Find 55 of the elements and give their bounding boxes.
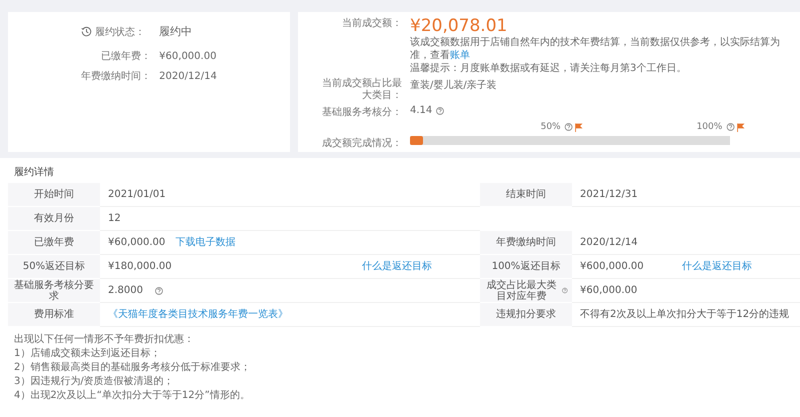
help-icon: [564, 123, 573, 131]
marker-label: 50%: [540, 122, 561, 132]
field-label: 成交额完成情况：: [321, 136, 402, 150]
tip-text: 温馨提示：月度账单数据或有延迟，请关注每月第3个工作日。: [410, 62, 688, 75]
row-label: 成交占比最大类目对应年费: [486, 280, 558, 302]
field-label: 年费缴纳时间：: [81, 70, 152, 83]
field-label: 基础服务考核分：: [321, 106, 402, 119]
row-label: 50%返还目标: [8, 255, 100, 279]
note-line: 4）出现2次及以上“单次扣分大于等于12分”情形的。: [14, 389, 251, 403]
row-link[interactable]: 什么是返还目标: [362, 260, 432, 272]
note-line: 2）销售额最高类目的基础服务考核分低于标准要求；: [14, 361, 252, 375]
marker-label: 100%: [696, 122, 722, 132]
note-line: 出现以下任何一情形不予年费折扣优惠：: [14, 333, 195, 347]
row-value: ¥180,000.00: [108, 260, 172, 272]
fee-table-link[interactable]: 《天猫年度各类目技术服务年费一览表》: [108, 308, 288, 320]
row-value: ¥60,000.00: [108, 236, 166, 248]
note-text: 该成交额数据用于店铺自然年内的技术年费结算，当前数据仅供参考，以实际结算为准，查看账单: [410, 36, 781, 62]
note-line: 1）店铺成交额未达到返还目标；: [14, 347, 162, 361]
row-label: 费用标准: [8, 303, 100, 327]
field-value: 童装/婴儿装/亲子装: [410, 78, 498, 92]
row-label: 开始时间: [8, 183, 100, 207]
row-value: ¥60,000.00: [580, 284, 638, 296]
score-value: 4.14: [410, 105, 432, 116]
row-label: 已缴年费: [8, 231, 100, 255]
field-value: 2020/12/14: [159, 70, 217, 82]
section-title: 履约详情: [13, 166, 55, 180]
row-label: 年费缴纳时间: [480, 231, 572, 255]
field-value: ¥60,000.00: [159, 50, 217, 62]
flag-icon: [736, 122, 744, 132]
row-value: ¥600,000.00: [580, 260, 644, 272]
row-value: 不得有2次及以上单次扣分大于等于12分的违规: [580, 308, 790, 320]
note-line: 3）因违规行为/资质造假被清退的；: [14, 375, 175, 389]
row-label: 有效月份: [8, 207, 100, 231]
row-value: 2021/12/31: [580, 188, 638, 200]
row-value: 2021/01/01: [108, 188, 166, 200]
row-link[interactable]: 下载电子数据: [175, 236, 236, 248]
status-label: 履约状态：: [95, 26, 146, 38]
row-value: 2020/12/14: [580, 236, 638, 248]
help-icon: [726, 123, 734, 131]
row-value: 12: [108, 212, 121, 224]
row-link[interactable]: 什么是返还目标: [682, 260, 752, 272]
history-clock-icon: [81, 26, 92, 37]
help-icon: [436, 106, 444, 114]
field-label: 已缴年费：: [100, 50, 152, 63]
row-label: 违规扣分要求: [480, 303, 572, 327]
flag-icon: [574, 122, 583, 132]
field-label: 当前成交额：: [341, 16, 402, 30]
field-label: 当前成交额占比最大类目：: [321, 78, 402, 102]
status-value: 履约中: [159, 24, 194, 39]
row-label: 基础服务考核分要求: [8, 279, 100, 303]
bill-link[interactable]: 账单: [450, 50, 470, 61]
sales-amount: ¥20,078.01: [410, 16, 508, 36]
row-label: 结束时间: [480, 183, 572, 207]
row-label: 100%返还目标: [480, 255, 572, 279]
row-value: 2.8000: [108, 284, 143, 296]
